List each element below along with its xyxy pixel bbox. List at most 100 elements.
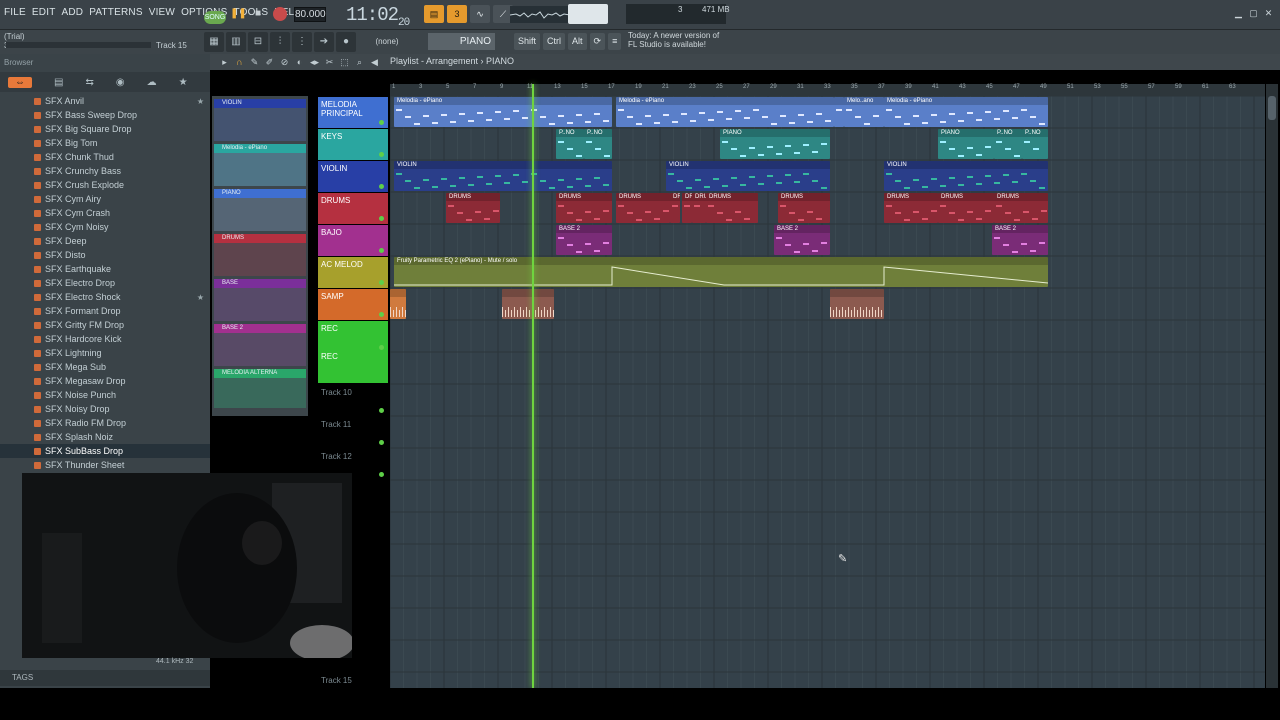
menu-view[interactable]: VIEW <box>149 7 175 18</box>
shift-key[interactable]: Shift <box>514 33 541 50</box>
star-icon[interactable]: ★ <box>197 293 204 302</box>
arrow-icon[interactable]: ➔ <box>314 32 334 52</box>
brush-icon[interactable]: ✐ <box>263 56 276 69</box>
playlist-clip[interactable]: DRUMS <box>994 193 1048 223</box>
pattern-picker-item[interactable]: BASE 2 <box>214 324 306 366</box>
track-header[interactable]: BAJO <box>318 225 388 256</box>
minimize-icon[interactable]: ▁ <box>1233 8 1244 19</box>
playlist-clip[interactable]: VIOLIN <box>666 161 830 191</box>
playlist-clip[interactable]: DRUMS <box>446 193 500 223</box>
magnet-icon[interactable]: ∩ <box>233 56 246 69</box>
playlist-clip[interactable] <box>502 289 554 319</box>
plugin-db-icon[interactable]: ⇆ <box>85 77 93 88</box>
playlist-clip[interactable]: BASE 2 <box>774 225 830 255</box>
playlist-clip[interactable] <box>830 289 884 319</box>
browser-item[interactable]: SFX Electro Shock ★ <box>0 290 210 304</box>
browser-item[interactable]: SFX Big Tom <box>0 136 210 150</box>
play-icon[interactable]: ▸ <box>218 56 231 69</box>
select-icon[interactable]: ⬚ <box>338 56 351 69</box>
record-button[interactable] <box>273 7 287 21</box>
pattern-song-icon[interactable]: ▤ <box>424 5 444 23</box>
track-led[interactable] <box>379 440 384 445</box>
track-header[interactable]: AC MELOD <box>318 257 388 288</box>
channel-selector[interactable]: PIANO <box>428 33 495 50</box>
vertical-scrollbar[interactable] <box>1266 84 1278 688</box>
delete-icon[interactable]: ⊘ <box>278 56 291 69</box>
track-led[interactable] <box>379 152 384 157</box>
browser-item[interactable]: SFX Crush Explode <box>0 178 210 192</box>
track-led[interactable] <box>379 120 384 125</box>
refresh-icon[interactable]: ⟳ <box>589 33 606 50</box>
playlist-clip[interactable]: DRUMS <box>616 193 670 223</box>
project-icon[interactable]: ◉ <box>116 77 125 88</box>
track-header[interactable]: Track 12 <box>318 449 388 480</box>
pattern-picker-item[interactable]: DRUMS <box>214 234 306 276</box>
track-header[interactable]: REC REC <box>318 321 388 383</box>
playlist-clip[interactable]: VIOLIN <box>394 161 612 191</box>
track-led[interactable] <box>379 216 384 221</box>
browser-item[interactable]: SFX Mega Sub <box>0 360 210 374</box>
mic-icon[interactable]: ● <box>336 32 356 52</box>
speaker-icon[interactable]: ◀ <box>368 56 381 69</box>
track-led[interactable] <box>379 280 384 285</box>
slice-icon[interactable]: ✂ <box>323 56 336 69</box>
star-icon[interactable]: ★ <box>197 97 204 106</box>
plugin-icon[interactable]: ⋮ <box>292 32 312 52</box>
stop-button[interactable]: ■ <box>251 8 265 22</box>
maximize-icon[interactable]: ▢ <box>1248 8 1259 19</box>
playlist-clip[interactable]: Melodia - ePiano <box>616 97 834 127</box>
playlist-clip[interactable]: P..NO <box>556 129 584 159</box>
browser-item[interactable]: SFX Cym Airy <box>0 192 210 206</box>
track-led[interactable] <box>379 184 384 189</box>
track-header[interactable]: Track 10 <box>318 385 388 416</box>
ctrl-key[interactable]: Ctrl <box>543 33 566 50</box>
browser-item[interactable]: SFX Formant Drop <box>0 304 210 318</box>
pattern-picker-item[interactable]: VIOLIN <box>214 99 306 141</box>
zoom-icon[interactable]: ⌕ <box>353 56 366 69</box>
browser-item[interactable]: SFX Disto <box>0 248 210 262</box>
playlist-clip[interactable]: P..NO <box>584 129 612 159</box>
browser-item[interactable]: SFX Noisy Drop <box>0 402 210 416</box>
browser-item[interactable]: SFX Electro Drop <box>0 276 210 290</box>
playlist-clip[interactable]: Melodia - ePiano <box>884 97 1048 127</box>
browser-item[interactable]: SFX Big Square Drop <box>0 122 210 136</box>
star-icon[interactable]: ★ <box>179 77 188 88</box>
track-led[interactable] <box>379 408 384 413</box>
track-led[interactable] <box>379 312 384 317</box>
cloud-icon[interactable]: ☁ <box>147 77 157 88</box>
wave-icon[interactable]: ∿ <box>470 5 490 23</box>
track-header[interactable]: MELODIA PRINCIPAL <box>318 97 388 128</box>
slip-icon[interactable]: ◂▸ <box>308 56 321 69</box>
browser-item[interactable]: SFX Gritty FM Drop <box>0 318 210 332</box>
scrollbar-thumb[interactable] <box>1268 96 1276 120</box>
playlist-clip[interactable] <box>390 289 406 319</box>
playlist-clip[interactable]: BASE 2 <box>556 225 612 255</box>
pause-button[interactable]: ❚❚ <box>230 8 247 22</box>
browser-item[interactable]: SFX Hardcore Kick <box>0 332 210 346</box>
playlist-clip[interactable]: DRUMS <box>556 193 612 223</box>
playlist-clip[interactable] <box>834 97 844 127</box>
playlist-clip[interactable]: DRUMS <box>692 193 706 223</box>
menu-add[interactable]: ADD <box>62 7 84 18</box>
browser-item[interactable]: SFX Bass Sweep Drop <box>0 108 210 122</box>
playlist-clip[interactable]: Fruity Parametric EQ 2 (ePiano) - Mute /… <box>394 257 1048 287</box>
tempo-display[interactable]: 80.000 <box>294 7 326 22</box>
playlist-clip[interactable]: DRUMS <box>938 193 994 223</box>
browser-item[interactable]: SFX Cym Crash <box>0 206 210 220</box>
playlist-clip[interactable]: PIANO <box>720 129 830 159</box>
playlist-clip[interactable]: P..NO <box>1022 129 1048 159</box>
pencil-icon[interactable]: ✎ <box>248 56 261 69</box>
timeline-ruler[interactable]: 1 3 5 7 9 11 13 15 17 19 21 23 25 27 29 31 33 35 37 39 41 43 4… <box>390 84 1265 96</box>
browser-item[interactable]: SFX Cym Noisy <box>0 220 210 234</box>
mute-icon[interactable]: ◐ <box>293 56 306 69</box>
track-header[interactable]: KEYS <box>318 129 388 160</box>
playhead[interactable] <box>532 84 534 688</box>
playlist-clip[interactable]: PIANO <box>938 129 994 159</box>
menu-patterns[interactable]: PATTERNS <box>89 7 142 18</box>
playlist-clip[interactable]: VIOLIN <box>884 161 1048 191</box>
pattern-picker-item[interactable]: PIANO <box>214 189 306 231</box>
automation-curve[interactable] <box>394 257 1048 287</box>
playlist-clip[interactable]: DRUMS <box>778 193 830 223</box>
playlist-icon[interactable]: ▦ <box>204 32 224 52</box>
piano-roll-icon[interactable]: ▥ <box>226 32 246 52</box>
